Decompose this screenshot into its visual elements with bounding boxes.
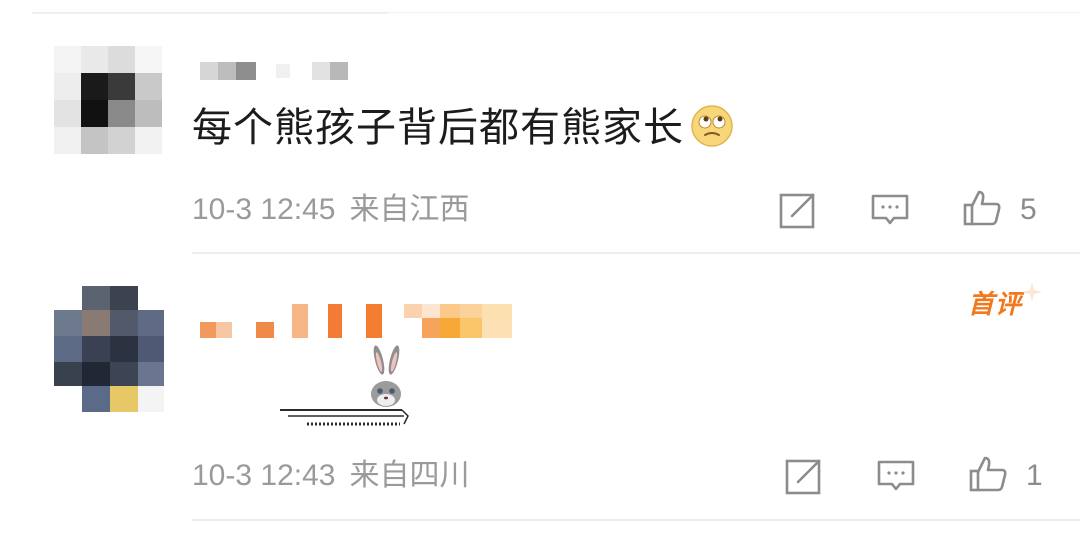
comment-location: 来自四川	[349, 459, 470, 492]
comment-time: 10-3 12:43	[192, 459, 336, 492]
comment-time: 10-3 12:45	[192, 193, 336, 226]
comment-icon[interactable]	[870, 190, 910, 230]
comment-list: 每个熊孩子背后都有熊家长 10-3 12:45 来自江西 5 首评 10-3 1…	[0, 0, 1080, 533]
share-icon[interactable]	[778, 190, 818, 230]
divider	[388, 12, 1080, 13]
first-comment-badge: 首评	[968, 289, 1023, 319]
comment-meta: 10-3 12:43 来自四川	[192, 458, 469, 494]
rabbit-sticker	[192, 340, 422, 432]
comment-text: 每个熊孩子背后都有熊家长	[192, 104, 734, 152]
comment-icon[interactable]	[876, 456, 916, 496]
avatar[interactable]	[54, 286, 164, 412]
avatar[interactable]	[54, 46, 162, 154]
divider	[32, 12, 388, 14]
share-icon[interactable]	[784, 456, 824, 496]
divider	[192, 252, 1080, 254]
divider	[192, 519, 1080, 521]
comment-meta: 10-3 12:45 来自江西	[192, 192, 469, 228]
comment-location: 来自江西	[349, 193, 470, 226]
like-count: 5	[1020, 193, 1037, 226]
rolling-eyes-emoji	[691, 105, 733, 147]
thumbs-up-icon[interactable]	[968, 454, 1008, 494]
comment-text-content: 每个熊孩子背后都有熊家长	[192, 106, 684, 150]
like-count: 1	[1026, 459, 1043, 492]
username[interactable]	[200, 62, 350, 98]
username[interactable]	[200, 300, 515, 338]
sparkle-icon	[1022, 282, 1042, 302]
thumbs-up-icon[interactable]	[962, 188, 1002, 228]
